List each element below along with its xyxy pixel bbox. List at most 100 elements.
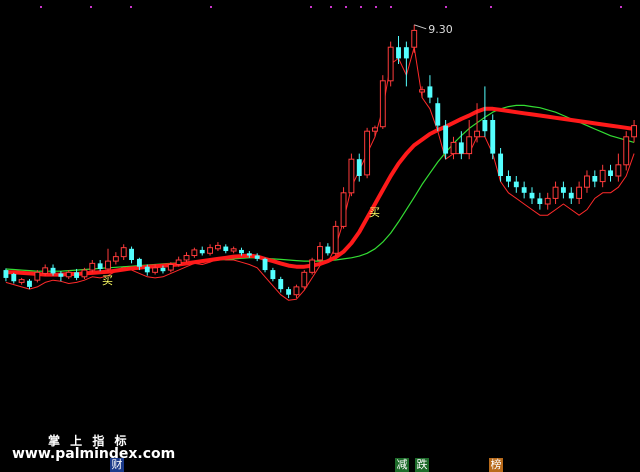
candle-body-66 (521, 187, 527, 193)
candle-body-79 (623, 136, 630, 166)
candle-body-37 (293, 286, 300, 296)
candle-body-45 (356, 159, 362, 176)
candle-body-2 (18, 279, 25, 283)
top-dot-6 (345, 6, 347, 8)
candle-body-80 (631, 125, 638, 138)
candle-body-9 (74, 272, 80, 278)
candle-body-22 (175, 259, 182, 265)
candle-body-62 (490, 120, 496, 154)
candle-body-6 (50, 267, 56, 274)
candle-body-16 (129, 248, 134, 260)
candle-body-34 (270, 270, 276, 280)
candle-body-28 (223, 246, 229, 252)
candle-body-3 (27, 280, 32, 287)
candle-body-70 (552, 186, 559, 199)
tab-reduce[interactable]: 减 (395, 458, 409, 472)
candle-body-21 (167, 263, 174, 271)
candle-body-75 (592, 176, 598, 182)
candle-body-78 (615, 164, 622, 177)
candle-body-50 (396, 47, 401, 59)
buy-marker-0: 买 (102, 274, 113, 287)
watermark-url: www.palmindex.com (12, 446, 176, 462)
candle-body-76 (599, 169, 606, 183)
top-dot-8 (375, 6, 377, 8)
candle-body-74 (584, 175, 590, 188)
candle-body-15 (120, 247, 127, 258)
candle-body-12 (97, 263, 103, 269)
top-dot-9 (390, 6, 392, 8)
candle-body-64 (506, 176, 511, 182)
candle-body-41 (325, 246, 331, 254)
candle-body-23 (183, 255, 190, 261)
candle-body-26 (207, 247, 214, 254)
candle-body-61 (482, 120, 488, 132)
candle-body-19 (152, 267, 159, 273)
top-dot-1 (90, 6, 92, 8)
candle-body-8 (65, 271, 72, 278)
candle-body-77 (608, 170, 613, 176)
candle-body-38 (301, 271, 308, 288)
peak-price-label: 9.30 (428, 23, 453, 36)
top-dot-2 (130, 6, 132, 8)
candle-body-65 (513, 181, 519, 188)
candle-body-53 (419, 89, 426, 93)
candle-body-29 (230, 248, 237, 252)
candle-body-36 (286, 289, 292, 295)
candle-body-39 (309, 259, 316, 273)
candle-body-73 (576, 186, 583, 199)
candle-body-60 (474, 130, 480, 138)
candle-body-17 (136, 258, 142, 267)
candle-body-11 (89, 262, 96, 271)
candle-body-42 (332, 225, 339, 254)
candle-body-5 (42, 267, 49, 274)
candle-body-43 (340, 192, 347, 227)
candle-body-33 (262, 258, 268, 271)
candle-body-30 (239, 249, 244, 254)
candle-body-72 (568, 192, 574, 199)
candle-body-35 (278, 279, 284, 290)
candle-body-20 (160, 267, 166, 272)
candle-body-55 (435, 103, 441, 126)
candle-body-14 (112, 256, 119, 262)
candle-body-4 (34, 271, 41, 281)
top-dot-3 (210, 6, 212, 8)
candle-body-13 (105, 260, 111, 270)
candle-body-40 (317, 246, 323, 261)
candle-body-25 (199, 249, 205, 254)
tab-fall[interactable]: 跌 (415, 458, 429, 472)
candle-body-18 (144, 266, 150, 273)
candle-body-46 (364, 130, 371, 176)
top-dot-11 (490, 6, 492, 8)
candle-body-67 (529, 192, 535, 199)
candle-body-0 (3, 270, 9, 278)
candle-body-44 (348, 158, 355, 194)
candle-body-68 (537, 198, 543, 204)
buy-marker-1: 买 (369, 206, 380, 219)
candle-body-51 (403, 47, 409, 59)
candlestick-chart: 9.30买买 (3, 6, 638, 301)
peak-pointer (414, 24, 427, 30)
candle-body-69 (544, 197, 551, 205)
candle-body-7 (58, 273, 64, 277)
tab-ranking[interactable]: 榜 (489, 458, 503, 472)
candle-body-27 (214, 244, 221, 250)
top-dot-4 (310, 6, 312, 8)
top-dot-10 (445, 6, 447, 8)
candle-body-49 (387, 46, 394, 82)
top-dot-12 (620, 6, 622, 8)
candle-body-32 (254, 255, 260, 259)
candle-body-57 (450, 141, 457, 155)
candle-body-52 (411, 29, 418, 48)
candle-body-58 (458, 142, 464, 154)
candle-body-71 (560, 187, 566, 193)
chart-area: 9.30 买买 掌 上 指 标 www.palmindex.com 财 减 跌 榜 (0, 0, 640, 472)
candle-body-54 (427, 86, 433, 98)
candle-body-24 (191, 249, 198, 257)
candle-body-48 (379, 80, 386, 128)
tab-finance[interactable]: 财 (110, 458, 124, 472)
top-dot-7 (360, 6, 362, 8)
candle-body-63 (498, 153, 504, 176)
candle-body-1 (11, 274, 17, 282)
candle-body-56 (443, 125, 449, 154)
candle-body-10 (81, 269, 88, 278)
